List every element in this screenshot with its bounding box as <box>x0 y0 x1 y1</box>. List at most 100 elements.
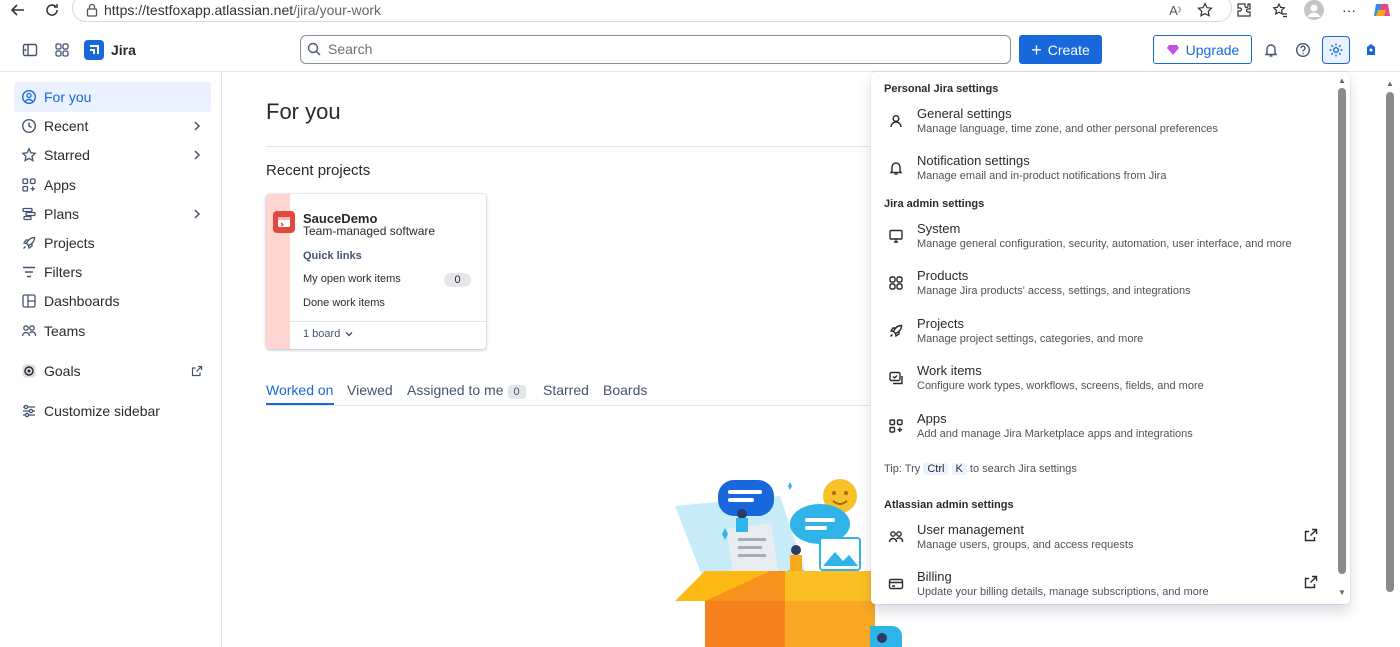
boards-dropdown[interactable]: 1 board <box>303 328 354 340</box>
tab-starred[interactable]: Starred <box>543 382 589 398</box>
menu-item-title: Billing <box>917 569 952 584</box>
more-icon[interactable]: ··· <box>1337 0 1361 20</box>
tab-boards[interactable]: Boards <box>603 382 647 398</box>
sidebar-item-label: For you <box>44 89 92 105</box>
tab-assigned-to-me[interactable]: Assigned to me 0 <box>407 382 526 399</box>
chevron-right-icon <box>191 208 203 220</box>
menu-item-user-management[interactable]: User management Manage users, groups, an… <box>884 522 1334 566</box>
kbd-ctrl: Ctrl <box>923 463 949 475</box>
external-link-icon <box>1304 575 1318 589</box>
browser-toolbar: https://testfoxapp.atlassian.net/jira/yo… <box>0 0 1400 24</box>
sidebar-item-dashboards[interactable]: Dashboards <box>14 286 211 316</box>
url-text[interactable]: https://testfoxapp.atlassian.net/jira/yo… <box>104 2 381 18</box>
menu-item-apps[interactable]: Apps Add and manage Jira Marketplace app… <box>884 411 1334 455</box>
menu-item-general-settings[interactable]: General settings Manage language, time z… <box>884 106 1334 150</box>
credit-card-icon <box>888 576 904 592</box>
notifications-bell-icon[interactable] <box>1259 38 1283 62</box>
work-items-icon <box>888 370 904 386</box>
menu-item-description: Manage project settings, categories, and… <box>917 333 1144 345</box>
sidebar-item-label: Plans <box>44 206 80 222</box>
menu-item-description: Update your billing details, manage subs… <box>917 586 1209 598</box>
personal-settings-heading: Personal Jira settings <box>884 83 999 95</box>
search-icon <box>306 41 322 57</box>
bell-icon <box>888 160 904 176</box>
sidebar-item-label: Customize sidebar <box>44 403 160 419</box>
lock-icon[interactable] <box>80 0 104 20</box>
dropdown-scrollbar[interactable] <box>1338 88 1346 574</box>
dropdown-scroll-up-icon[interactable]: ▲ <box>1338 77 1348 85</box>
extensions-icon[interactable] <box>1232 0 1256 20</box>
my-open-work-items-link[interactable]: My open work items <box>303 273 401 285</box>
settings-gear-icon[interactable] <box>1322 36 1350 64</box>
sidebar-item-filters[interactable]: Filters <box>14 257 211 287</box>
quick-links-heading: Quick links <box>303 250 362 262</box>
external-link-icon <box>1304 528 1318 542</box>
tabs-baseline <box>266 405 870 406</box>
upgrade-button[interactable]: Upgrade <box>1153 35 1252 64</box>
app-switcher-icon[interactable] <box>50 38 74 62</box>
boards-label: 1 board <box>303 328 341 340</box>
project-type: Team-managed software <box>303 224 436 238</box>
chevron-down-icon <box>345 332 353 337</box>
sidebar-item-teams[interactable]: Teams <box>14 316 211 346</box>
sidebar-item-apps[interactable]: Apps <box>14 170 211 200</box>
sidebar-item-label: Dashboards <box>44 293 120 309</box>
help-icon[interactable] <box>1291 38 1315 62</box>
sidebar-item-goals[interactable]: Goals <box>14 356 211 386</box>
menu-item-system[interactable]: System Manage general configuration, sec… <box>884 221 1334 265</box>
tab-worked-on[interactable]: Worked on <box>266 382 333 398</box>
plus-icon: + <box>1031 39 1042 60</box>
sidebar-toggle-icon[interactable] <box>18 38 42 62</box>
title-divider <box>266 146 870 147</box>
menu-item-work-items[interactable]: Work items Configure work types, workflo… <box>884 363 1334 407</box>
dashboard-icon <box>14 293 44 309</box>
sidebar-item-projects[interactable]: Projects <box>14 228 211 258</box>
menu-item-billing[interactable]: Billing Update your billing details, man… <box>884 569 1334 613</box>
search-input[interactable] <box>300 35 1011 64</box>
sidebar-item-recent[interactable]: Recent <box>14 111 211 141</box>
menu-item-title: Projects <box>917 316 964 331</box>
tab-viewed[interactable]: Viewed <box>347 382 393 398</box>
project-card[interactable]: SauceDemo Team-managed software Quick li… <box>266 194 486 349</box>
plans-icon <box>14 206 44 222</box>
menu-item-notification-settings[interactable]: Notification settings Manage email and i… <box>884 153 1334 197</box>
sidebar-item-label: Filters <box>44 264 83 280</box>
read-aloud-icon[interactable]: A 》 <box>1165 0 1189 20</box>
page-scrollbar[interactable] <box>1386 92 1394 592</box>
profile-avatar-icon[interactable] <box>1302 0 1326 20</box>
app-name[interactable]: Jira <box>111 42 136 58</box>
sidebar-item-plans[interactable]: Plans <box>14 199 211 229</box>
menu-item-title: Notification settings <box>917 153 1030 168</box>
products-grid-icon <box>888 275 904 291</box>
page-scroll-up-icon[interactable]: ▲ <box>1386 80 1396 88</box>
refresh-icon[interactable] <box>40 0 64 20</box>
favorite-star-icon[interactable] <box>1193 0 1217 20</box>
sidebar-item-label: Apps <box>44 177 76 193</box>
menu-item-description: Configure work types, workflows, screens… <box>917 380 1204 392</box>
clock-icon <box>14 118 44 134</box>
sidebar-item-for-you[interactable]: For you <box>14 82 211 112</box>
person-icon <box>888 113 904 129</box>
sidebar-item-label: Goals <box>44 363 81 379</box>
menu-item-products[interactable]: Products Manage Jira products' access, s… <box>884 268 1334 312</box>
menu-item-projects[interactable]: Projects Manage project settings, catego… <box>884 316 1334 360</box>
menu-item-description: Manage email and in-product notification… <box>917 170 1167 182</box>
create-button[interactable]: + Create <box>1019 35 1102 64</box>
sidebar-item-starred[interactable]: Starred <box>14 140 211 170</box>
favorites-icon[interactable] <box>1268 0 1292 20</box>
menu-item-title: Work items <box>917 363 982 378</box>
menu-item-title: User management <box>917 522 1024 537</box>
rovo-icon[interactable] <box>1359 38 1383 62</box>
user-circle-icon <box>14 89 44 105</box>
done-work-items-link[interactable]: Done work items <box>303 297 385 309</box>
open-items-count-badge: 0 <box>444 273 471 287</box>
dropdown-scroll-down-icon[interactable]: ▼ <box>1338 589 1348 597</box>
apps-add-icon <box>888 418 904 434</box>
back-icon[interactable] <box>6 0 30 20</box>
jira-logo-icon[interactable] <box>84 40 104 60</box>
copilot-icon[interactable] <box>1370 0 1394 20</box>
menu-item-title: System <box>917 221 961 236</box>
sidebar-item-customize[interactable]: Customize sidebar <box>14 396 211 426</box>
create-label: Create <box>1047 41 1090 58</box>
filter-icon <box>14 264 44 280</box>
